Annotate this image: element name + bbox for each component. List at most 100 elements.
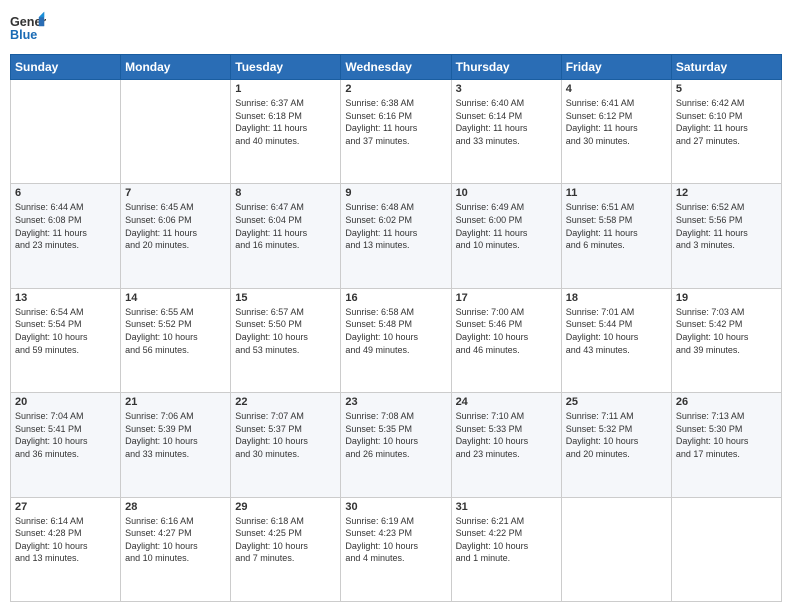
day-header-tuesday: Tuesday <box>231 55 341 80</box>
day-number: 16 <box>345 292 446 304</box>
day-info: Sunrise: 7:13 AM Sunset: 5:30 PM Dayligh… <box>676 410 777 460</box>
day-info: Sunrise: 7:11 AM Sunset: 5:32 PM Dayligh… <box>566 410 667 460</box>
day-number: 27 <box>15 501 116 513</box>
day-info: Sunrise: 7:01 AM Sunset: 5:44 PM Dayligh… <box>566 306 667 356</box>
day-info: Sunrise: 6:21 AM Sunset: 4:22 PM Dayligh… <box>456 515 557 565</box>
day-number: 13 <box>15 292 116 304</box>
day-info: Sunrise: 6:37 AM Sunset: 6:18 PM Dayligh… <box>235 97 336 147</box>
day-number: 5 <box>676 83 777 95</box>
day-info: Sunrise: 6:51 AM Sunset: 5:58 PM Dayligh… <box>566 201 667 251</box>
calendar-cell: 3 Sunrise: 6:40 AM Sunset: 6:14 PM Daylig… <box>451 80 561 184</box>
calendar-cell <box>11 80 121 184</box>
day-info: Sunrise: 7:08 AM Sunset: 5:35 PM Dayligh… <box>345 410 446 460</box>
calendar-cell: 16 Sunrise: 6:58 AM Sunset: 5:48 PM Dayli… <box>341 288 451 392</box>
calendar-cell: 23 Sunrise: 7:08 AM Sunset: 5:35 PM Dayli… <box>341 393 451 497</box>
day-info: Sunrise: 6:42 AM Sunset: 6:10 PM Dayligh… <box>676 97 777 147</box>
day-number: 8 <box>235 187 336 199</box>
calendar-cell: 15 Sunrise: 6:57 AM Sunset: 5:50 PM Dayli… <box>231 288 341 392</box>
calendar-cell: 6 Sunrise: 6:44 AM Sunset: 6:08 PM Daylig… <box>11 184 121 288</box>
calendar-cell: 31 Sunrise: 6:21 AM Sunset: 4:22 PM Dayli… <box>451 497 561 601</box>
calendar-cell: 21 Sunrise: 7:06 AM Sunset: 5:39 PM Dayli… <box>121 393 231 497</box>
calendar-cell: 17 Sunrise: 7:00 AM Sunset: 5:46 PM Dayli… <box>451 288 561 392</box>
day-header-sunday: Sunday <box>11 55 121 80</box>
day-header-thursday: Thursday <box>451 55 561 80</box>
day-info: Sunrise: 6:55 AM Sunset: 5:52 PM Dayligh… <box>125 306 226 356</box>
day-number: 6 <box>15 187 116 199</box>
day-number: 2 <box>345 83 446 95</box>
page-header: General Blue <box>10 10 782 46</box>
day-info: Sunrise: 6:44 AM Sunset: 6:08 PM Dayligh… <box>15 201 116 251</box>
calendar-cell: 22 Sunrise: 7:07 AM Sunset: 5:37 PM Dayli… <box>231 393 341 497</box>
day-number: 31 <box>456 501 557 513</box>
day-info: Sunrise: 6:54 AM Sunset: 5:54 PM Dayligh… <box>15 306 116 356</box>
calendar-week-5: 27 Sunrise: 6:14 AM Sunset: 4:28 PM Dayli… <box>11 497 782 601</box>
day-number: 9 <box>345 187 446 199</box>
calendar-cell: 29 Sunrise: 6:18 AM Sunset: 4:25 PM Dayli… <box>231 497 341 601</box>
day-info: Sunrise: 6:16 AM Sunset: 4:27 PM Dayligh… <box>125 515 226 565</box>
day-info: Sunrise: 7:00 AM Sunset: 5:46 PM Dayligh… <box>456 306 557 356</box>
day-number: 4 <box>566 83 667 95</box>
day-info: Sunrise: 7:10 AM Sunset: 5:33 PM Dayligh… <box>456 410 557 460</box>
calendar-table: SundayMondayTuesdayWednesdayThursdayFrid… <box>10 54 782 602</box>
day-info: Sunrise: 6:49 AM Sunset: 6:00 PM Dayligh… <box>456 201 557 251</box>
day-number: 15 <box>235 292 336 304</box>
day-info: Sunrise: 7:06 AM Sunset: 5:39 PM Dayligh… <box>125 410 226 460</box>
calendar-cell: 7 Sunrise: 6:45 AM Sunset: 6:06 PM Daylig… <box>121 184 231 288</box>
calendar-cell: 26 Sunrise: 7:13 AM Sunset: 5:30 PM Dayli… <box>671 393 781 497</box>
calendar-cell: 24 Sunrise: 7:10 AM Sunset: 5:33 PM Dayli… <box>451 393 561 497</box>
calendar-week-2: 6 Sunrise: 6:44 AM Sunset: 6:08 PM Daylig… <box>11 184 782 288</box>
day-number: 24 <box>456 396 557 408</box>
day-number: 30 <box>345 501 446 513</box>
calendar-cell: 20 Sunrise: 7:04 AM Sunset: 5:41 PM Dayli… <box>11 393 121 497</box>
day-number: 25 <box>566 396 667 408</box>
calendar-cell: 10Sunrise: 6:49 AM Sunset: 6:00 PM Dayli… <box>451 184 561 288</box>
day-number: 21 <box>125 396 226 408</box>
day-info: Sunrise: 6:47 AM Sunset: 6:04 PM Dayligh… <box>235 201 336 251</box>
day-number: 7 <box>125 187 226 199</box>
calendar-week-4: 20 Sunrise: 7:04 AM Sunset: 5:41 PM Dayli… <box>11 393 782 497</box>
day-number: 11 <box>566 187 667 199</box>
calendar-cell: 8 Sunrise: 6:47 AM Sunset: 6:04 PM Daylig… <box>231 184 341 288</box>
day-info: Sunrise: 6:52 AM Sunset: 5:56 PM Dayligh… <box>676 201 777 251</box>
day-header-wednesday: Wednesday <box>341 55 451 80</box>
calendar-cell: 9Sunrise: 6:48 AM Sunset: 6:02 PM Daylig… <box>341 184 451 288</box>
day-info: Sunrise: 7:03 AM Sunset: 5:42 PM Dayligh… <box>676 306 777 356</box>
day-info: Sunrise: 6:57 AM Sunset: 5:50 PM Dayligh… <box>235 306 336 356</box>
day-info: Sunrise: 7:07 AM Sunset: 5:37 PM Dayligh… <box>235 410 336 460</box>
calendar-cell: 5 Sunrise: 6:42 AM Sunset: 6:10 PM Daylig… <box>671 80 781 184</box>
day-info: Sunrise: 6:19 AM Sunset: 4:23 PM Dayligh… <box>345 515 446 565</box>
day-info: Sunrise: 6:14 AM Sunset: 4:28 PM Dayligh… <box>15 515 116 565</box>
day-number: 19 <box>676 292 777 304</box>
logo-icon: General Blue <box>10 10 46 46</box>
day-info: Sunrise: 6:45 AM Sunset: 6:06 PM Dayligh… <box>125 201 226 251</box>
day-number: 17 <box>456 292 557 304</box>
day-number: 22 <box>235 396 336 408</box>
calendar-cell: 28Sunrise: 6:16 AM Sunset: 4:27 PM Dayli… <box>121 497 231 601</box>
calendar-week-3: 13 Sunrise: 6:54 AM Sunset: 5:54 PM Dayli… <box>11 288 782 392</box>
calendar-header-row: SundayMondayTuesdayWednesdayThursdayFrid… <box>11 55 782 80</box>
day-info: Sunrise: 6:40 AM Sunset: 6:14 PM Dayligh… <box>456 97 557 147</box>
day-info: Sunrise: 7:04 AM Sunset: 5:41 PM Dayligh… <box>15 410 116 460</box>
day-info: Sunrise: 6:38 AM Sunset: 6:16 PM Dayligh… <box>345 97 446 147</box>
calendar-cell: 25 Sunrise: 7:11 AM Sunset: 5:32 PM Dayli… <box>561 393 671 497</box>
day-number: 3 <box>456 83 557 95</box>
calendar-cell <box>671 497 781 601</box>
day-header-friday: Friday <box>561 55 671 80</box>
day-info: Sunrise: 6:58 AM Sunset: 5:48 PM Dayligh… <box>345 306 446 356</box>
calendar-cell: 19 Sunrise: 7:03 AM Sunset: 5:42 PM Dayli… <box>671 288 781 392</box>
calendar-cell: 2 Sunrise: 6:38 AM Sunset: 6:16 PM Daylig… <box>341 80 451 184</box>
calendar-cell <box>121 80 231 184</box>
day-number: 12 <box>676 187 777 199</box>
day-number: 23 <box>345 396 446 408</box>
day-number: 18 <box>566 292 667 304</box>
day-number: 26 <box>676 396 777 408</box>
logo: General Blue <box>10 10 46 46</box>
calendar-cell: 14Sunrise: 6:55 AM Sunset: 5:52 PM Dayli… <box>121 288 231 392</box>
calendar-cell: 12 Sunrise: 6:52 AM Sunset: 5:56 PM Dayli… <box>671 184 781 288</box>
day-header-saturday: Saturday <box>671 55 781 80</box>
svg-text:Blue: Blue <box>10 28 37 42</box>
day-info: Sunrise: 6:18 AM Sunset: 4:25 PM Dayligh… <box>235 515 336 565</box>
day-info: Sunrise: 6:41 AM Sunset: 6:12 PM Dayligh… <box>566 97 667 147</box>
day-number: 20 <box>15 396 116 408</box>
day-number: 29 <box>235 501 336 513</box>
